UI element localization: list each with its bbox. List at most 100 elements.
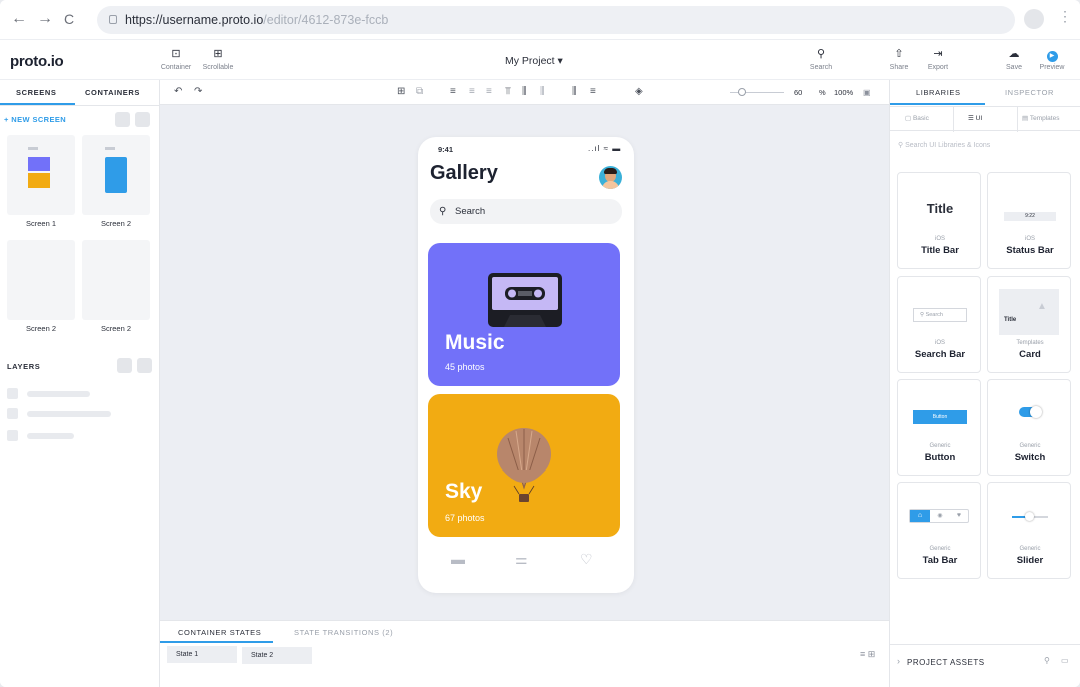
folder-icon[interactable]: ▭ — [1061, 656, 1069, 665]
zoom-100-button[interactable]: 100% — [834, 88, 853, 97]
tab-container-states[interactable]: CONTAINER STATES — [178, 628, 261, 637]
profile-avatar[interactable] — [1024, 9, 1044, 29]
card-music[interactable]: Music 45 photos — [428, 243, 620, 386]
new-screen-button[interactable]: + NEW SCREEN — [4, 115, 66, 124]
tab-state-transitions[interactable]: STATE TRANSITIONS (2) — [294, 628, 393, 637]
fit-screen-icon[interactable]: ▣ — [863, 88, 871, 97]
undo-icon[interactable]: ↶ — [174, 86, 182, 97]
browser-bar: ← → C https://username.proto.io/editor/4… — [0, 0, 1080, 40]
save-button[interactable]: ☁ Save — [1002, 48, 1026, 71]
fill-icon[interactable]: ◈ — [635, 86, 643, 97]
templates-icon: ▤ — [1022, 115, 1030, 122]
component-name: Tab Bar — [922, 555, 958, 566]
back-icon[interactable]: ← — [11, 10, 27, 28]
cloud-upload-icon: ☁ — [1008, 48, 1020, 60]
search-icon[interactable]: ⚲ — [1044, 656, 1050, 665]
url-bar[interactable]: https://username.proto.io/editor/4612-87… — [97, 6, 1015, 34]
preview-button[interactable]: ▶ Preview — [1036, 48, 1068, 71]
state-chip[interactable]: State 2 — [242, 647, 312, 664]
component-title-bar[interactable]: Title iOS Title Bar — [897, 172, 981, 269]
component-name: Search Bar — [914, 349, 966, 360]
search-label: Search — [809, 64, 833, 71]
phone-mockup[interactable]: 9:41 ..ıl ≈ ▬ Gallery ⚲ Search Music 45 … — [418, 137, 634, 593]
left-panel: SCREENS CONTAINERS + NEW SCREEN Screen 1… — [0, 80, 160, 687]
component-tab-bar[interactable]: ⌂ ◉ ♥ Generic Tab Bar — [897, 482, 981, 579]
page-title: Gallery — [430, 162, 498, 184]
scrollable-button[interactable]: ⊞ Scrollable — [200, 48, 236, 71]
screen-thumbnail[interactable] — [82, 135, 150, 215]
app-toolbar: proto.io ⊡ Container ⊞ Scrollable My Pro… — [0, 40, 1080, 80]
tab-inspector[interactable]: INSPECTOR — [1005, 88, 1054, 97]
layer-action-icon[interactable] — [137, 358, 152, 373]
subtab-ui[interactable]: ☰ UI — [968, 114, 982, 122]
search-button[interactable]: ⚲ Search — [807, 48, 835, 71]
state-chip[interactable]: State 1 — [167, 646, 237, 663]
align-top-icon[interactable]: ⫪ — [505, 86, 511, 97]
zoom-slider-knob[interactable] — [738, 88, 746, 96]
component-name: Slider — [1016, 555, 1044, 566]
home-icon: ⌂ — [910, 510, 930, 522]
component-category: iOS — [1024, 236, 1035, 242]
canvas-toolbar: ↶ ↷ ⊞ ⧉ ≡ ≡ ≡ ⫪ ⫼ ⫼ ⫼ ≡ ◈ 60 % 100% ▣ — [160, 80, 889, 105]
layer-action-icon[interactable] — [117, 358, 132, 373]
search-icon: ⚲ — [439, 206, 447, 217]
align-left-icon[interactable]: ≡ — [450, 86, 456, 97]
container-button[interactable]: ⊡ Container — [160, 48, 192, 71]
component-category: Generic — [929, 546, 951, 552]
card-subtitle: 67 photos — [445, 513, 485, 523]
view-toggle-icons[interactable]: ≡ ⊞ — [860, 649, 875, 660]
align-center-icon[interactable]: ≡ — [469, 86, 475, 97]
card-sky[interactable]: Sky 67 photos — [428, 394, 620, 537]
subtab-basic[interactable]: ▢ Basic — [905, 114, 929, 122]
forward-icon[interactable]: → — [37, 10, 53, 28]
project-title[interactable]: My Project ▾ — [505, 55, 563, 67]
tab-containers[interactable]: CONTAINERS — [85, 88, 140, 97]
redo-icon[interactable]: ↷ — [194, 86, 202, 97]
screen-thumbnail[interactable] — [7, 135, 75, 215]
library-search-input[interactable]: ⚲ Search UI Libraries & Icons — [898, 141, 990, 149]
component-slider[interactable]: Generic Slider — [987, 482, 1071, 579]
design-canvas[interactable]: ↶ ↷ ⊞ ⧉ ≡ ≡ ≡ ⫪ ⫼ ⫼ ⫼ ≡ ◈ 60 % 100% ▣ 9:… — [160, 80, 889, 620]
sliders-icon[interactable]: ⚌ — [515, 551, 528, 568]
component-button[interactable]: Button Generic Button — [897, 379, 981, 476]
align-right-icon[interactable]: ≡ — [486, 86, 492, 97]
group-icon[interactable]: ⊞ — [397, 86, 405, 97]
ungroup-icon[interactable]: ⧉ — [416, 86, 423, 97]
component-category: iOS — [934, 340, 945, 346]
subtab-templates[interactable]: ▤ Templates — [1022, 114, 1059, 122]
heart-icon: ♥ — [956, 512, 962, 519]
avatar[interactable] — [599, 166, 622, 189]
screen-thumbnail[interactable] — [7, 240, 75, 320]
screen-action-icon[interactable] — [135, 112, 150, 127]
component-status-bar[interactable]: 9:22 iOS Status Bar — [987, 172, 1071, 269]
eye-icon: ◉ — [937, 513, 943, 519]
card-title: Music — [445, 331, 505, 354]
component-search-bar[interactable]: ⚲ Search iOS Search Bar — [897, 276, 981, 373]
distribute-v-icon[interactable]: ≡ — [590, 86, 596, 97]
project-assets-section[interactable]: › PROJECT ASSETS ⚲ ▭ — [890, 644, 1080, 687]
component-name: Button — [924, 452, 956, 463]
zoom-percent-sign: % — [819, 88, 826, 97]
tab-libraries[interactable]: LIBRARIES — [916, 88, 961, 97]
align-middle-icon[interactable]: ⫼ — [522, 86, 527, 97]
component-switch[interactable]: Generic Switch — [987, 379, 1071, 476]
search-input[interactable]: ⚲ Search — [430, 199, 622, 224]
align-bottom-icon[interactable]: ⫼ — [540, 86, 545, 97]
share-button[interactable]: ⇧ Share — [886, 48, 912, 71]
screen-action-icon[interactable] — [115, 112, 130, 127]
component-card[interactable]: Title ▲ Templates Card — [987, 276, 1071, 373]
reload-icon[interactable]: C — [64, 11, 74, 27]
tab-screens[interactable]: SCREENS — [16, 88, 56, 97]
export-button[interactable]: ⇥ Export — [924, 48, 952, 71]
thumb-title — [28, 147, 38, 150]
screen-thumbnail[interactable] — [82, 240, 150, 320]
divider — [0, 105, 160, 106]
slider-preview — [1012, 512, 1048, 521]
distribute-h-icon[interactable]: ⫼ — [572, 86, 577, 97]
folder-icon[interactable]: ▬ — [451, 551, 465, 567]
browser-menu-icon[interactable]: ⋮ — [1058, 8, 1072, 25]
active-tab-indicator — [160, 641, 273, 643]
logo: proto.io — [10, 53, 64, 70]
bottom-panel: CONTAINER STATES STATE TRANSITIONS (2) S… — [160, 620, 889, 687]
heart-icon[interactable]: ♡ — [580, 551, 593, 568]
